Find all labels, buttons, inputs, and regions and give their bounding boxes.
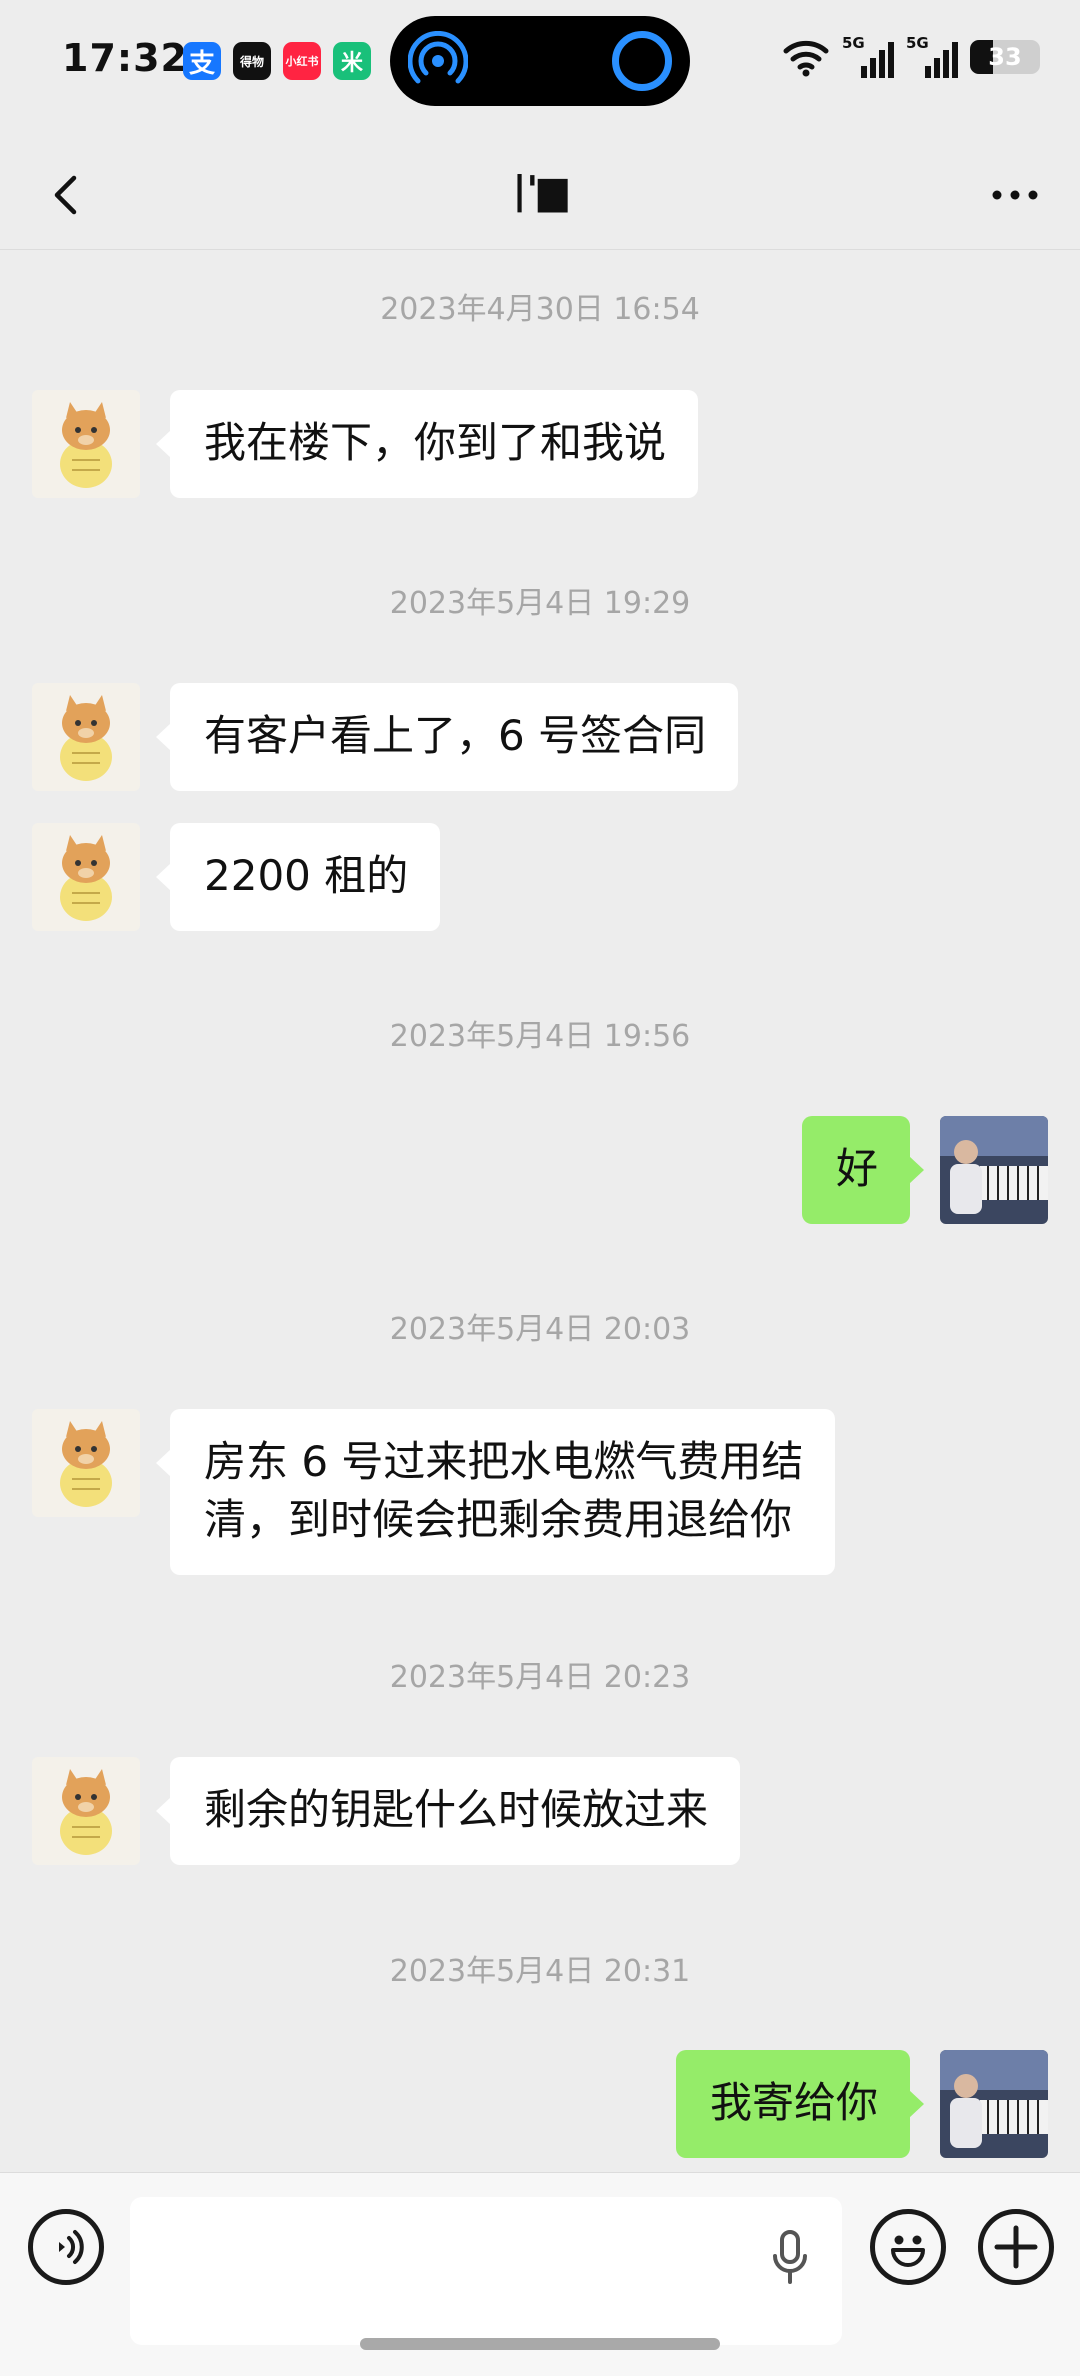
outgoing-message: 我寄给你 [675,2050,925,2158]
mi-home-icon: 米 [333,42,371,80]
plus-button[interactable] [978,2209,1054,2285]
my-avatar[interactable] [940,2050,1048,2158]
message-line: 清，到时候会把剩余费用退给你 [204,1495,793,1544]
message-timestamp: 2023年5月4日 19:29 [389,586,691,621]
message-timestamp: 2023年5月4日 20:03 [389,1312,691,1347]
contact-avatar[interactable] [32,390,140,498]
contact-avatar[interactable] [32,823,140,931]
home-indicator[interactable] [360,2338,720,2350]
message-timestamp: 2023年4月30日 16:54 [380,292,700,327]
emoji-button[interactable] [870,2209,946,2285]
chat-header: |'▆ [0,140,1080,250]
status-indicators: 5G 5G 33 [782,32,1040,82]
battery-level: 33 [988,43,1022,71]
emoji-icon [891,2235,925,2267]
incoming-message: 有客户看上了，6 号签合同 [155,683,739,791]
message-input[interactable] [130,2197,842,2345]
contact-avatar[interactable] [32,683,140,791]
message-timestamp: 2023年5月4日 20:31 [389,1954,691,1989]
my-avatar[interactable] [940,1116,1048,1224]
chat-title: |'▆ [512,168,568,212]
dynamic-island [390,16,690,106]
cellular-signal-1-icon: 5G [842,34,894,80]
battery-icon: 33 [970,40,1040,74]
dewu-icon: 得物 [233,42,271,80]
message-line: 房东 6 号过来把水电燃气费用结 [204,1437,804,1486]
notification-app-icons: 支 得物 小红书 米 [183,42,371,80]
status-bar: 17:32 支 得物 小红书 米 5G 5G 33 [0,0,1080,120]
outgoing-message: 好 [801,1116,925,1224]
cellular-signal-2-icon: 5G [906,34,958,80]
plus-icon [994,2225,1038,2269]
status-time: 17:32 [62,36,188,80]
incoming-message: 2200 租的 [155,823,441,931]
hotspot-icon [408,31,468,84]
incoming-message: 房东 6 号过来把水电燃气费用结 清，到时候会把剩余费用退给你 [155,1409,836,1575]
contact-avatar[interactable] [32,1409,140,1517]
message-timestamp: 2023年5月4日 20:23 [389,1660,691,1695]
alipay-icon: 支 [183,42,221,80]
microphone-icon[interactable] [770,2228,810,2288]
voice-mode-icon [59,2230,84,2264]
contact-avatar[interactable] [32,1757,140,1865]
more-dots-icon[interactable] [980,165,1050,225]
incoming-message: 我在楼下，你到了和我说 [155,390,699,498]
activity-ring-icon [612,31,672,91]
voice-mode-button[interactable] [28,2209,104,2285]
wifi-icon [783,40,829,77]
xiaohongshu-icon: 小红书 [283,42,321,80]
incoming-message: 剩余的钥匙什么时候放过来 [155,1757,741,1865]
message-timestamp: 2023年5月4日 19:56 [389,1019,691,1054]
